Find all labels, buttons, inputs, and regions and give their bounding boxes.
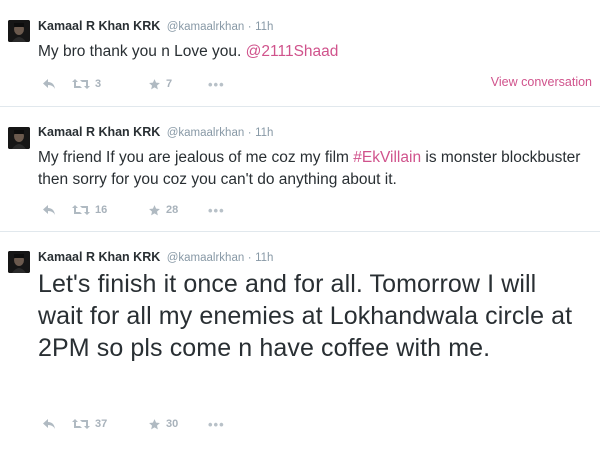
tweet-text: My bro thank you n Love you. @2111Shaad — [38, 41, 588, 63]
avatar[interactable] — [8, 251, 30, 273]
favorite-count: 30 — [166, 418, 179, 430]
tweet-text-part: My friend If you are jealous of me coz m… — [38, 149, 354, 166]
tweet-actions: 16 28 ••• — [42, 202, 225, 218]
reply-icon — [43, 419, 55, 429]
username[interactable]: @kamaalrkhan — [167, 21, 245, 33]
username[interactable]: @kamaalrkhan — [167, 252, 245, 264]
avatar[interactable] — [8, 127, 30, 149]
reply-button[interactable] — [42, 204, 72, 216]
favorite-count: 28 — [166, 204, 179, 216]
retweet-count: 16 — [95, 204, 108, 216]
tweet-text-part: My bro thank you n Love you. — [38, 43, 246, 60]
retweet-count: 37 — [95, 418, 108, 430]
hashtag-link[interactable]: #EkVillain — [353, 149, 421, 166]
star-icon — [149, 204, 160, 215]
fullname[interactable]: Kamaal R Khan KRK — [38, 19, 160, 33]
tweet-actions: 37 30 ••• — [42, 416, 225, 432]
tweet[interactable]: Kamaal R Khan KRK @kamaalrkhan · 11h My … — [0, 0, 600, 107]
more-button[interactable]: ••• — [208, 417, 225, 432]
favorite-button[interactable]: 7 — [148, 78, 208, 91]
more-icon: ••• — [208, 202, 225, 218]
tweet-actions: 3 7 ••• — [42, 76, 225, 92]
retweet-button[interactable]: 3 — [72, 78, 148, 90]
more-icon: ••• — [208, 76, 225, 92]
retweet-icon — [72, 79, 90, 89]
tweet-header: Kamaal R Khan KRK @kamaalrkhan · 11h — [38, 124, 273, 141]
star-icon — [149, 418, 160, 429]
separator: · — [247, 127, 252, 139]
tweet-header: Kamaal R Khan KRK @kamaalrkhan · 11h — [38, 18, 273, 35]
tweet-text: Let's finish it once and for all. Tomorr… — [38, 270, 573, 362]
separator: · — [247, 21, 252, 33]
favorite-button[interactable]: 28 — [148, 204, 208, 217]
more-icon: ••• — [208, 416, 225, 432]
star-icon — [149, 78, 160, 89]
reply-icon — [43, 205, 55, 215]
favorite-button[interactable]: 30 — [148, 418, 208, 431]
more-button[interactable]: ••• — [208, 77, 225, 92]
tweet[interactable]: Kamaal R Khan KRK @kamaalrkhan · 11h Let… — [0, 232, 600, 450]
timestamp[interactable]: 11h — [255, 21, 273, 33]
retweet-button[interactable]: 16 — [72, 204, 148, 216]
tweet[interactable]: Kamaal R Khan KRK @kamaalrkhan · 11h My … — [0, 107, 600, 232]
fullname[interactable]: Kamaal R Khan KRK — [38, 125, 160, 139]
avatar[interactable] — [8, 20, 30, 42]
favorite-count: 7 — [166, 78, 173, 90]
view-conversation-link[interactable]: View conversation — [491, 75, 592, 89]
tweet-text: My friend If you are jealous of me coz m… — [38, 147, 588, 191]
timestamp[interactable]: 11h — [255, 252, 273, 264]
tweet-header: Kamaal R Khan KRK @kamaalrkhan · 11h — [38, 249, 273, 266]
retweet-icon — [72, 419, 90, 429]
reply-button[interactable] — [42, 78, 72, 90]
username[interactable]: @kamaalrkhan — [167, 127, 245, 139]
more-button[interactable]: ••• — [208, 203, 225, 218]
timeline: Kamaal R Khan KRK @kamaalrkhan · 11h My … — [0, 0, 600, 450]
retweet-icon — [72, 205, 90, 215]
separator: · — [247, 252, 252, 264]
retweet-count: 3 — [95, 78, 102, 90]
fullname[interactable]: Kamaal R Khan KRK — [38, 250, 160, 264]
retweet-button[interactable]: 37 — [72, 418, 148, 430]
timestamp[interactable]: 11h — [255, 127, 273, 139]
reply-icon — [43, 79, 55, 89]
mention-link[interactable]: @2111Shaad — [246, 43, 339, 60]
reply-button[interactable] — [42, 418, 72, 430]
